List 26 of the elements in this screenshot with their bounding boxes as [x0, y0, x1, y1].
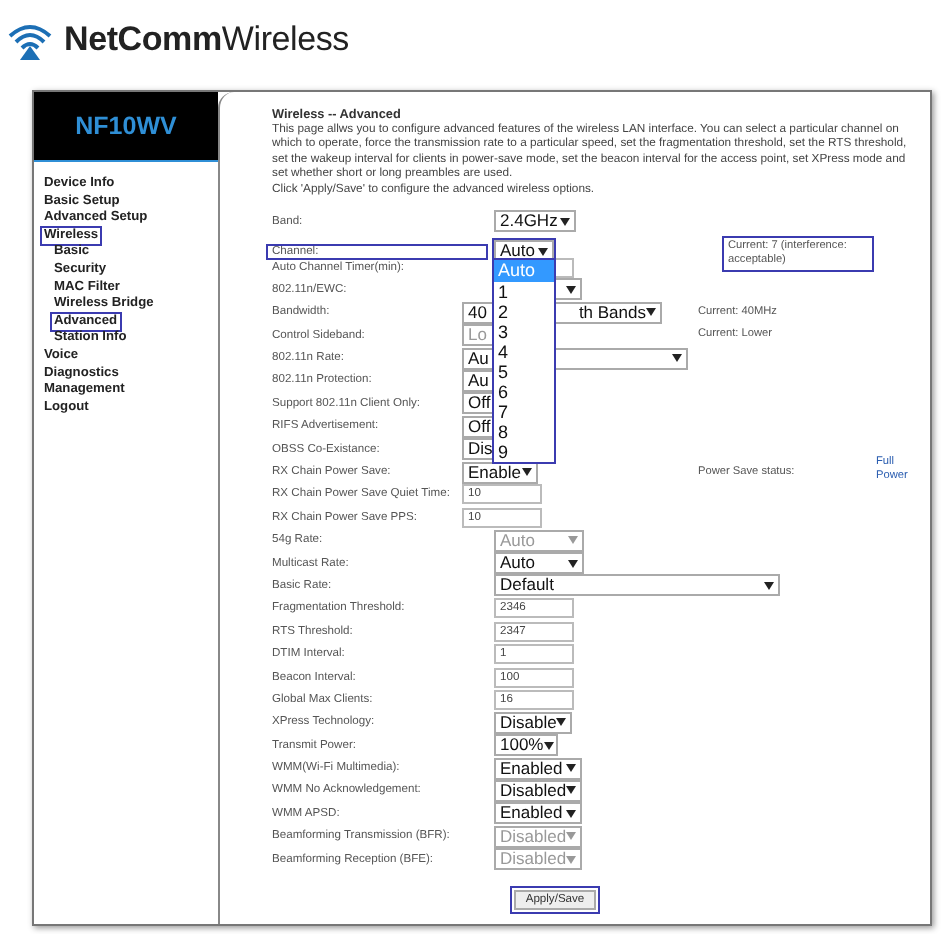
- dropdown-arrow-icon: [566, 764, 576, 773]
- dropdown-arrow-icon: [568, 536, 578, 545]
- dropdown-arrow-icon: [566, 809, 576, 818]
- dropdown-select[interactable]: Enabled: [494, 802, 582, 825]
- dropdown-arrow-icon: [538, 247, 548, 256]
- dropdown-arrow-icon: [764, 581, 774, 590]
- dropdown-select[interactable]: 100%: [494, 734, 558, 757]
- dropdown-arrow-icon: [556, 718, 567, 727]
- dropdown-select[interactable]: Enabled: [494, 757, 582, 780]
- dropdown-arrow-icon: [522, 468, 532, 477]
- dropdown-select[interactable]: Disabled: [494, 779, 582, 802]
- dropdown-arrow-icon: [543, 741, 554, 750]
- model-name: NF10WV: [34, 92, 218, 162]
- dropdown-select[interactable]: Default: [494, 574, 780, 597]
- brand-name: NetCommWireless: [64, 20, 349, 60]
- dropdown-arrow-icon: [566, 285, 576, 294]
- dropdown-arrow-icon: [566, 832, 577, 841]
- dropdown-select[interactable]: 2.4GHz: [494, 210, 576, 233]
- dropdown-arrow-icon: [646, 308, 656, 317]
- dropdown-select[interactable]: Disable: [494, 711, 572, 734]
- dropdown-arrow-icon: [568, 559, 578, 568]
- dropdown-arrow-icon: [566, 786, 577, 795]
- dropdown-arrow-icon: [566, 855, 577, 864]
- dropdown-arrow-icon: [560, 217, 570, 226]
- dropdown-arrow-icon: [672, 354, 682, 363]
- dropdown-select[interactable]: Auto: [494, 552, 584, 575]
